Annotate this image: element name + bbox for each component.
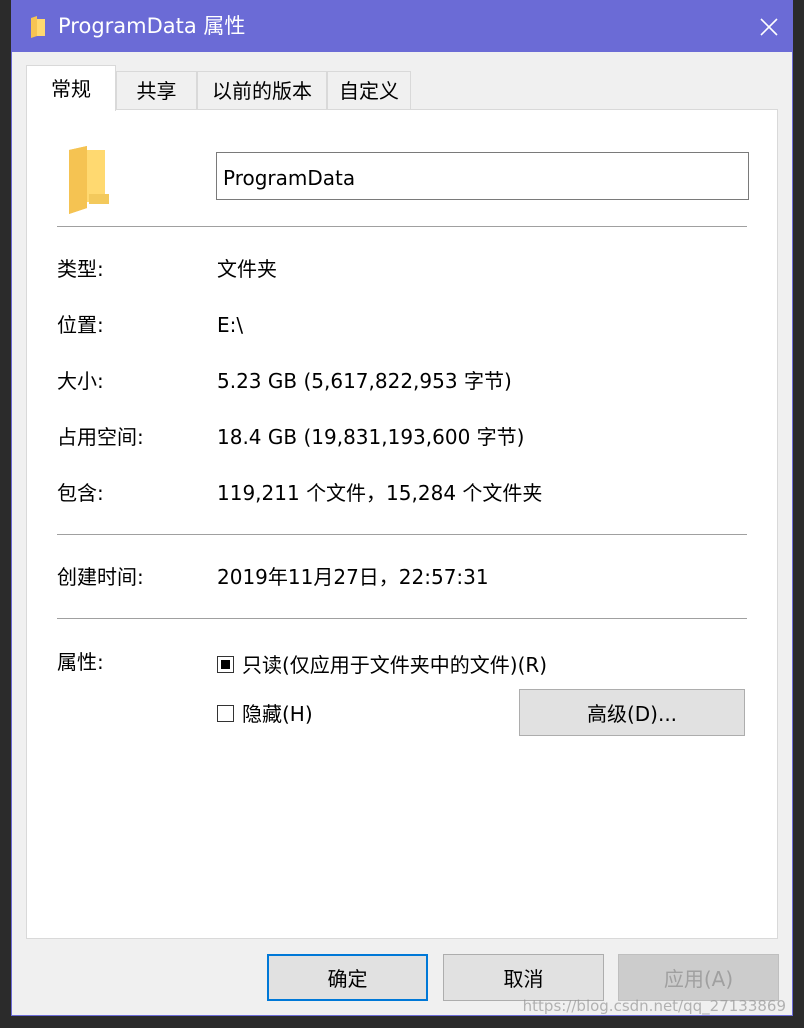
cancel-button[interactable]: 取消 (443, 954, 604, 1001)
hidden-checkbox[interactable] (217, 705, 234, 722)
tab-customize[interactable]: 自定义 (327, 71, 411, 109)
created-label: 创建时间: (57, 565, 144, 589)
contains-label: 包含: (57, 481, 104, 505)
watermark: https://blog.csdn.net/qq_27133869 (522, 997, 786, 1015)
close-button[interactable] (746, 1, 792, 52)
title-bar[interactable]: ProgramData 属性 (12, 1, 792, 52)
contains-value: 119,211 个文件，15,284 个文件夹 (217, 481, 543, 505)
folder-icon (31, 16, 45, 38)
divider (57, 534, 747, 535)
readonly-label[interactable]: 只读(仅应用于文件夹中的文件)(R) (242, 653, 547, 677)
size-label: 大小: (57, 369, 104, 393)
type-label: 类型: (57, 257, 104, 281)
folder-icon (69, 146, 109, 214)
window-title: ProgramData 属性 (58, 14, 246, 38)
location-value: E:\ (217, 313, 244, 337)
divider (57, 618, 747, 619)
tab-sharing[interactable]: 共享 (116, 71, 197, 109)
location-label: 位置: (57, 313, 104, 337)
tab-previous-versions[interactable]: 以前的版本 (197, 71, 327, 109)
close-icon (760, 17, 778, 36)
general-panel: 类型: 文件夹 位置: E:\ 大小: 5.23 GB (5,617,822,9… (26, 109, 778, 939)
properties-dialog: ProgramData 属性 常规 共享 以前的版本 自定义 类型: 文件夹 位… (11, 0, 793, 1016)
created-value: 2019年11月27日，22:57:31 (217, 565, 489, 589)
readonly-checkbox[interactable] (217, 656, 234, 673)
disk-size-value: 18.4 GB (19,831,193,600 字节) (217, 425, 525, 449)
hidden-label[interactable]: 隐藏(H) (242, 702, 313, 726)
advanced-button[interactable]: 高级(D)... (519, 689, 745, 736)
ok-button[interactable]: 确定 (267, 954, 428, 1001)
folder-name-input[interactable] (216, 152, 749, 200)
apply-button[interactable]: 应用(A) (618, 954, 779, 1001)
disk-size-label: 占用空间: (57, 425, 144, 449)
divider (57, 226, 747, 227)
tab-general[interactable]: 常规 (26, 65, 116, 111)
size-value: 5.23 GB (5,617,822,953 字节) (217, 369, 512, 393)
attributes-label: 属性: (57, 650, 104, 674)
type-value: 文件夹 (217, 257, 277, 281)
